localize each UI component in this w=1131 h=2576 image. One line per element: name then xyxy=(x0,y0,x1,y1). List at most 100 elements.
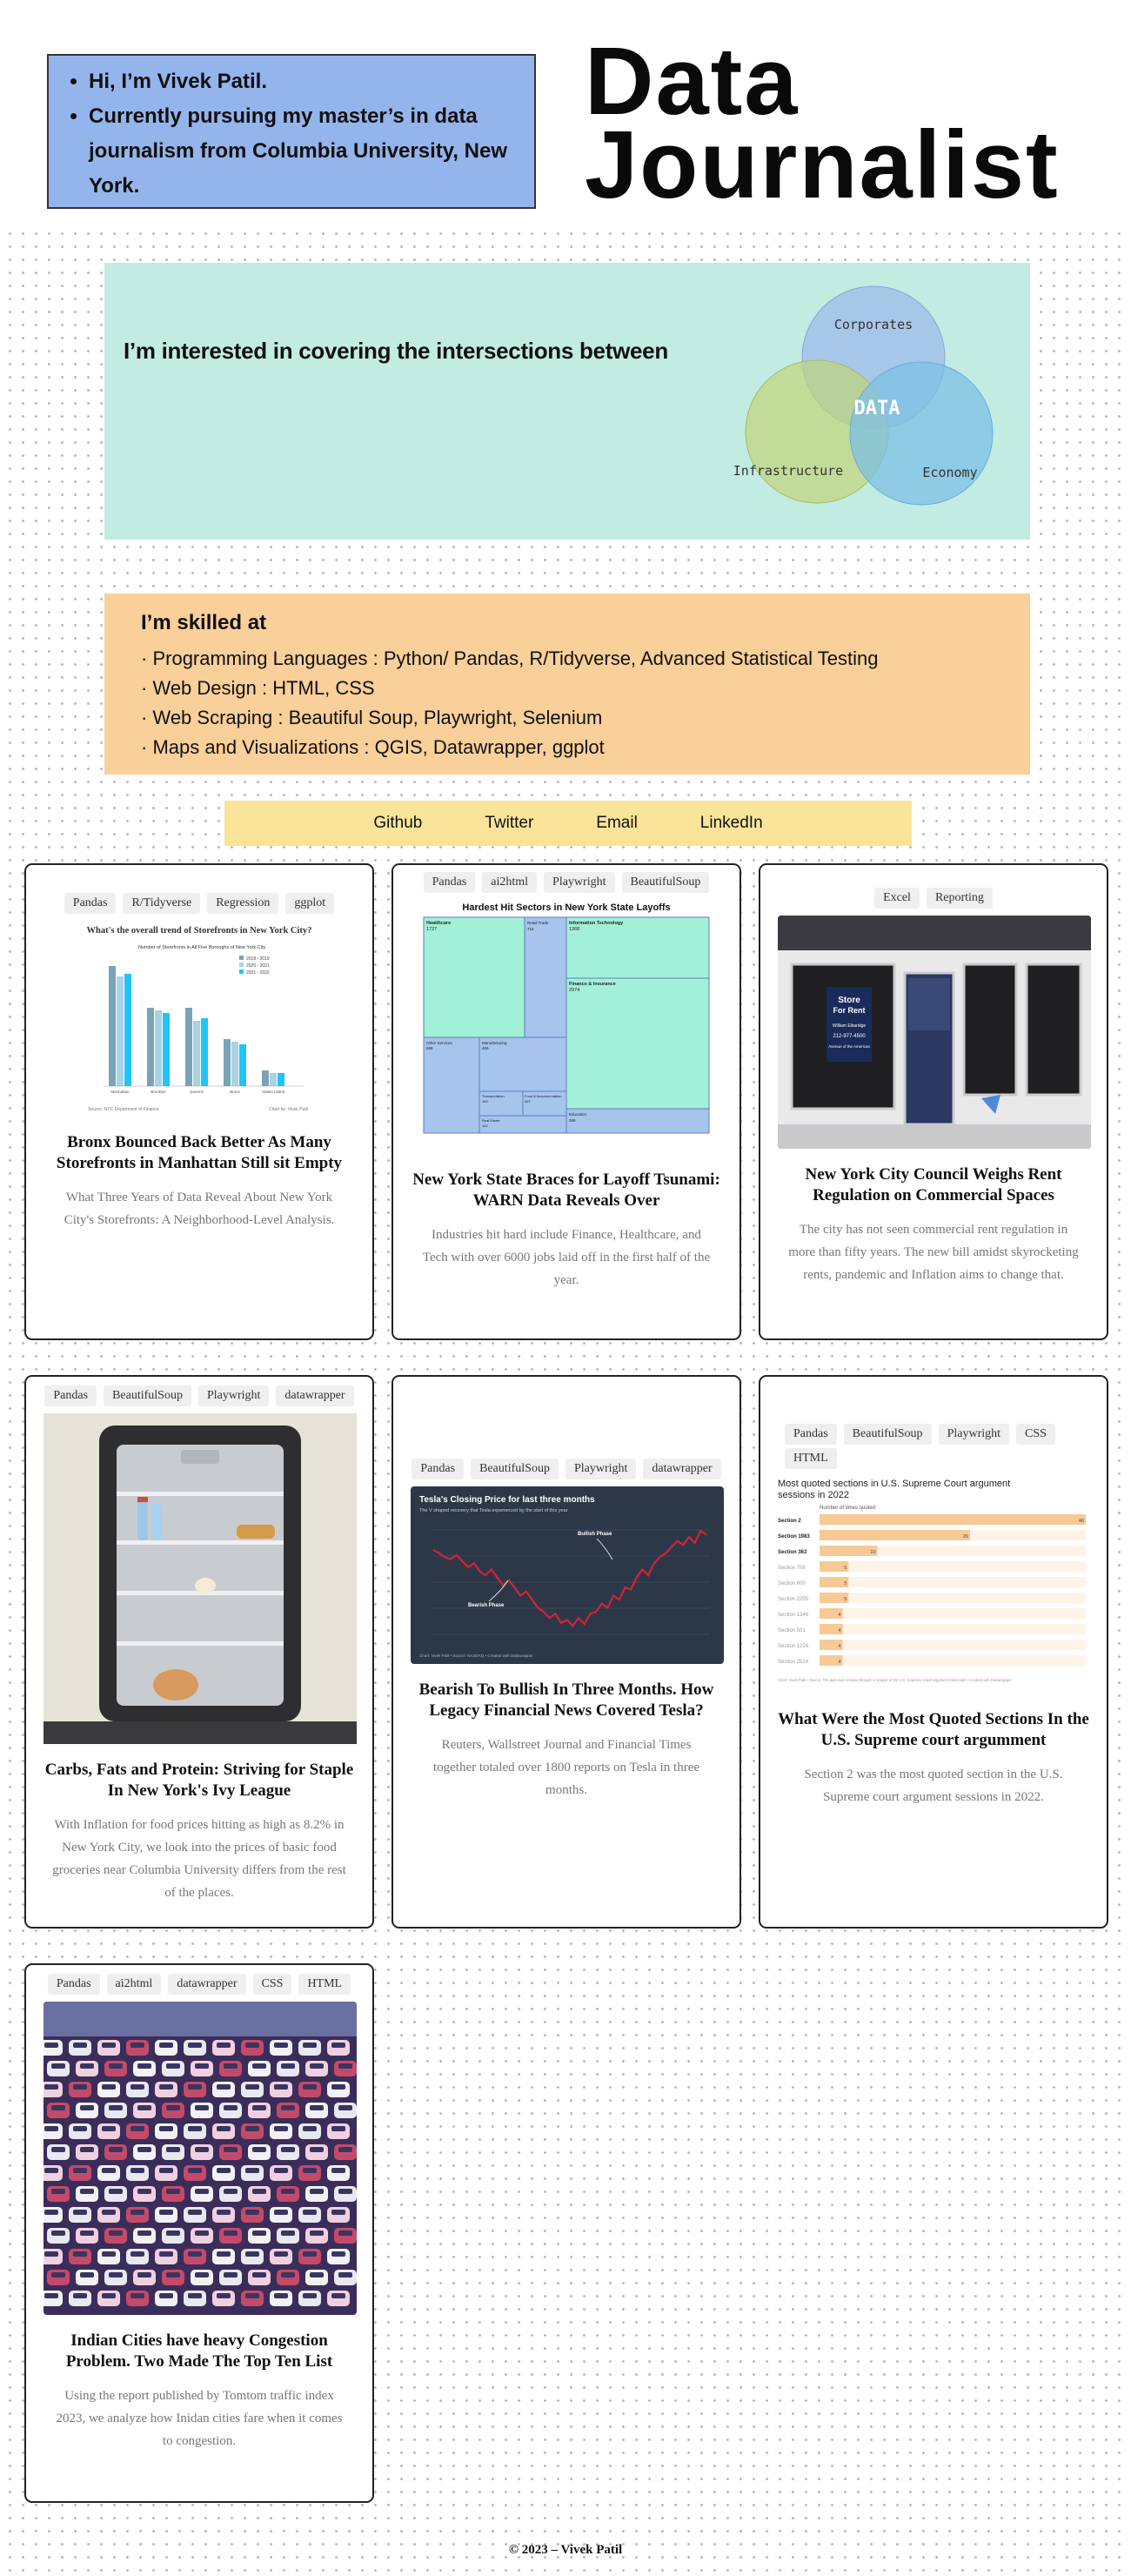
project-card-storefronts[interactable]: Pandas R/Tidyverse Regression ggplot Wha… xyxy=(24,863,374,1340)
photo-window-right xyxy=(1025,963,1082,1097)
car-windshield xyxy=(224,2147,238,2152)
car-windshield xyxy=(281,2231,295,2236)
car-windshield xyxy=(310,2105,324,2110)
car-windshield xyxy=(130,2210,144,2215)
milk-bottle xyxy=(151,1504,162,1540)
tesla-chart-thumbnail[interactable]: Tesla's Closing Price for last three mon… xyxy=(411,1486,724,1664)
card-title[interactable]: What Were the Most Quoted Sections In th… xyxy=(778,1709,1089,1751)
project-card-tesla[interactable]: Pandas BeautifulSoup Playwright datawrap… xyxy=(392,1375,741,1929)
tag: CSS xyxy=(1016,1424,1055,1445)
storefront-bar xyxy=(239,1044,246,1086)
car-windshield xyxy=(188,2251,202,2257)
car-windshield xyxy=(195,2147,209,2152)
project-card-congestion[interactable]: Pandas ai2html datawrapper CSS HTML Indi… xyxy=(24,1963,374,2503)
storefront-photo[interactable]: Store For Rent William Elkaridge 212-977… xyxy=(778,916,1091,1149)
treemap-cell-finance xyxy=(566,977,710,1110)
bread-loaf xyxy=(153,1669,198,1701)
car-windshield xyxy=(102,2126,116,2131)
supreme-court-chart-thumbnail[interactable]: Most quoted sections in U.S. Supreme Cou… xyxy=(778,1476,1091,1694)
category-label: Brooklyn xyxy=(151,1090,166,1094)
linkedin-link[interactable]: LinkedIn xyxy=(700,814,763,833)
tag: CSS xyxy=(252,1974,292,1995)
treemap-value: 715 xyxy=(527,927,534,931)
card-title[interactable]: New York City Council Weighs Rent Regula… xyxy=(778,1164,1089,1206)
car-windshield xyxy=(130,2251,144,2257)
project-card-food-prices[interactable]: Pandas BeautifulSoup Playwright datawrap… xyxy=(24,1375,374,1929)
treemap-label: Transportation xyxy=(482,1094,505,1098)
car-windshield xyxy=(159,2168,173,2173)
car-windshield xyxy=(159,2126,173,2131)
egg xyxy=(195,1578,216,1593)
bar-value: 26 xyxy=(963,1534,968,1540)
car-windshield xyxy=(331,2293,345,2298)
storefront-bar xyxy=(193,1021,200,1086)
bar-value: 5 xyxy=(844,1566,847,1571)
car-windshield xyxy=(331,2210,345,2215)
car-windshield xyxy=(159,2210,173,2215)
bar-track xyxy=(820,1624,1086,1634)
treemap-value: 1727 xyxy=(426,927,437,932)
treemap-cell-manufacturing xyxy=(478,1036,567,1092)
card-title[interactable]: Indian Cities have heavy Congestion Prob… xyxy=(44,2331,355,2372)
traffic-illustration[interactable] xyxy=(44,2002,357,2315)
car-windshield xyxy=(331,2168,345,2173)
project-card-supreme-court[interactable]: Pandas BeautifulSoup Playwright CSS HTML… xyxy=(759,1375,1108,1929)
project-card-rent-regulation[interactable]: Excel Reporting Store For Rent William E… xyxy=(759,863,1108,1340)
tag: Pandas xyxy=(64,893,117,914)
sign-text: 212-977-4500 xyxy=(833,1034,866,1039)
bar-track xyxy=(820,1608,1086,1619)
card-title[interactable]: Bronx Bounced Back Better As Many Storef… xyxy=(44,1132,355,1174)
storefronts-chart-thumbnail[interactable]: What's the overall trend of Storefronts … xyxy=(69,921,330,1117)
car-windshield xyxy=(166,2105,180,2110)
tag: BeautifulSoup xyxy=(471,1459,559,1479)
card-description: What Three Years of Data Reveal About Ne… xyxy=(64,1191,335,1227)
bar-label: Section 2 xyxy=(778,1519,801,1524)
car-windshield xyxy=(338,2147,352,2152)
car-windshield xyxy=(73,2251,87,2257)
tag-list: Pandas BeautifulSoup Playwright datawrap… xyxy=(411,1459,722,1479)
car-windshield xyxy=(102,2210,116,2215)
tag: BeautifulSoup xyxy=(843,1424,932,1445)
car-windshield xyxy=(338,2231,352,2236)
bar-label: Section 600 xyxy=(778,1581,806,1587)
layoffs-treemap-thumbnail[interactable]: Hardest Hit Sectors in New York State La… xyxy=(418,900,714,1145)
project-card-layoffs[interactable]: Pandas ai2html Playwright BeautifulSoup … xyxy=(392,863,741,1340)
car-windshield xyxy=(130,2084,144,2090)
venn-label-left: Infrastructure xyxy=(734,463,843,479)
car-windshield xyxy=(130,2126,144,2131)
car-windshield xyxy=(281,2063,295,2069)
fridge-illustration[interactable] xyxy=(44,1413,357,1744)
storefront-bar xyxy=(147,1008,154,1086)
intro-box: Hi, I’m Vivek Patil. Currently pursuing … xyxy=(47,54,536,209)
car-windshield xyxy=(166,2147,180,2152)
thumb-credit: Chart by: Vivek Patil xyxy=(269,1107,308,1112)
car-windshield xyxy=(252,2231,266,2236)
bar-value: 5 xyxy=(844,1597,847,1602)
category-label: Staten Island xyxy=(262,1090,285,1094)
car-windshield xyxy=(73,2043,87,2048)
treemap-value: 189 xyxy=(482,1099,488,1104)
storefront-bar xyxy=(224,1039,231,1086)
car-windshield xyxy=(73,2293,87,2298)
tag: Excel xyxy=(874,888,920,909)
tag: ai2html xyxy=(106,1974,162,1995)
twitter-link[interactable]: Twitter xyxy=(485,814,533,833)
category-label: Queens xyxy=(190,1090,204,1094)
card-title[interactable]: New York State Braces for Layoff Tsunami… xyxy=(411,1170,722,1211)
email-link[interactable]: Email xyxy=(596,814,638,833)
storefront-bar xyxy=(185,1008,192,1086)
card-title[interactable]: Carbs, Fats and Protein: Striving for St… xyxy=(44,1760,355,1801)
category-label: Manhattan xyxy=(110,1090,130,1094)
skills-item: Programming Languages : Python/ Pandas, … xyxy=(141,644,994,674)
skills-item: Web Design : HTML, CSS xyxy=(141,674,994,703)
card-title[interactable]: Bearish To Bullish In Three Months. How … xyxy=(411,1680,722,1721)
tag: Pandas xyxy=(47,1974,100,1995)
car-windshield xyxy=(51,2231,65,2236)
treemap-cell-education xyxy=(566,1108,710,1134)
treemap-cell-healthcare xyxy=(423,916,525,1038)
fridge-shelf xyxy=(117,1641,284,1646)
bar-label: Section 2514 xyxy=(778,1660,809,1665)
car-windshield xyxy=(303,2251,317,2257)
bar-fill xyxy=(820,1546,878,1556)
github-link[interactable]: Github xyxy=(373,814,422,833)
